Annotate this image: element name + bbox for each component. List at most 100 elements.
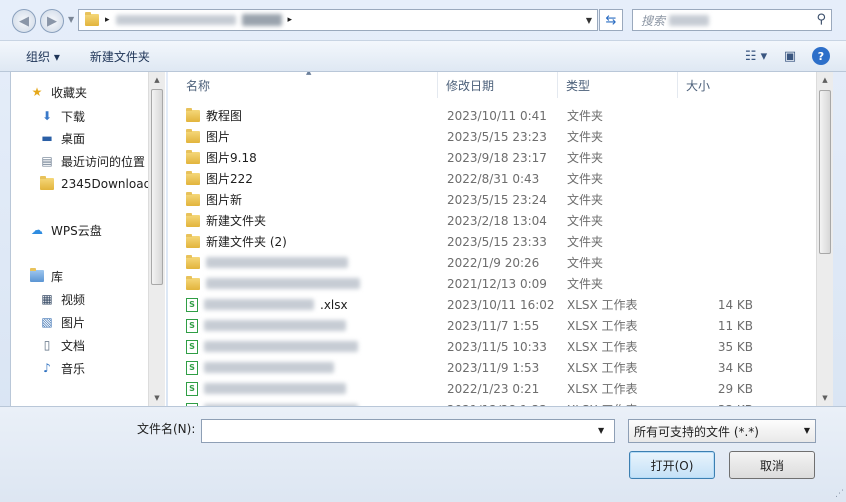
nav-music[interactable]: ♪ 音乐 <box>39 358 85 378</box>
file-date: 2023/10/11 16:02 <box>447 297 555 312</box>
file-date: 2023/5/15 23:24 <box>447 192 547 207</box>
file-row[interactable]: 图片222 2022/8/31 0:43 文件夹 <box>168 168 816 189</box>
forward-button[interactable]: ▶ <box>40 9 64 33</box>
nav-desktop[interactable]: ▬ 桌面 <box>39 128 85 148</box>
document-icon: ▯ <box>43 338 51 352</box>
file-type: XLSX 工作表 <box>567 382 638 396</box>
file-name: 图片9.18 <box>206 151 257 165</box>
breadcrumb-chevron-icon[interactable]: ▸ <box>288 15 293 25</box>
new-folder-button[interactable]: 新建文件夹 <box>74 44 164 68</box>
cancel-button[interactable]: 取消 <box>729 451 815 479</box>
search-icon[interactable]: ⚲ <box>816 12 826 27</box>
list-scroll-thumb[interactable] <box>819 90 831 254</box>
refresh-button[interactable]: ⇆ <box>599 9 623 31</box>
nav-label: 下载 <box>61 109 86 124</box>
address-dropdown-icon[interactable]: ▼ <box>580 9 598 31</box>
breadcrumb-separator[interactable]: ▸ <box>105 15 110 25</box>
nav-label: 2345Downloads <box>61 177 158 191</box>
file-row[interactable]: S2021/12/28 1:33XLSX 工作表33 KB <box>168 399 816 406</box>
file-name-cell <box>186 275 360 290</box>
open-button[interactable]: 打开(O) <box>629 451 715 479</box>
column-header-type[interactable]: 类型 <box>558 72 678 98</box>
nav-scroll-thumb[interactable] <box>151 89 163 285</box>
recent-icon: ▤ <box>41 154 53 168</box>
view-options-icon[interactable]: ☷ ▾ <box>744 45 768 67</box>
nav-favorites[interactable]: ★ 收藏夹 <box>29 82 87 102</box>
file-name-cell: S <box>186 360 334 375</box>
file-name: 教程图 <box>206 109 243 123</box>
file-row[interactable]: 图片新 2023/5/15 23:24 文件夹 <box>168 189 816 210</box>
recent-pages-dropdown-icon[interactable]: ▼ <box>68 15 74 24</box>
file-name: .xlsx <box>320 297 348 312</box>
video-icon: ▦ <box>41 292 53 306</box>
file-size: 11 KB <box>717 318 753 333</box>
file-row[interactable]: 2021/12/13 0:09 文件夹 <box>168 273 816 294</box>
file-name: 图片 <box>206 130 231 144</box>
nav-recent[interactable]: ▤ 最近访问的位置 <box>39 151 145 171</box>
scroll-down-icon[interactable]: ▼ <box>817 390 833 406</box>
column-label: 名称 <box>186 78 211 93</box>
file-row[interactable]: S 2023/11/7 1:55 XLSX 工作表 11 KB <box>168 315 816 336</box>
blurred-filename <box>206 278 360 289</box>
blurred-filename <box>204 299 314 310</box>
spreadsheet-icon: S <box>186 297 198 312</box>
address-bar[interactable]: ▸ ▸ <box>78 9 598 31</box>
folder-icon <box>186 275 200 290</box>
nav-documents[interactable]: ▯ 文档 <box>39 335 85 355</box>
file-type: 文件夹 <box>567 277 604 291</box>
filename-input[interactable] <box>201 419 615 443</box>
search-input[interactable]: 搜索 ⚲ <box>632 9 832 31</box>
file-type: XLSX 工作表 <box>567 340 638 354</box>
nav-videos[interactable]: ▦ 视频 <box>39 289 85 309</box>
file-name: 图片新 <box>206 193 243 207</box>
file-date: 2023/9/18 23:17 <box>447 150 547 165</box>
help-icon[interactable]: ? <box>812 47 830 65</box>
file-row[interactable]: S 2023/11/9 1:53 XLSX 工作表 34 KB <box>168 357 816 378</box>
spreadsheet-icon: S <box>186 360 198 375</box>
column-header-name[interactable]: 名称 ▲ <box>168 72 438 98</box>
file-date: 2023/5/15 23:33 <box>447 234 547 249</box>
organize-button[interactable]: 组织 ▾ <box>0 44 74 68</box>
breadcrumb-blurred-path <box>115 15 236 25</box>
scroll-up-icon[interactable]: ▲ <box>817 72 833 88</box>
back-button[interactable]: ◀ <box>12 9 36 33</box>
filename-dropdown-icon[interactable]: ▼ <box>598 426 604 435</box>
nav-2345downloads[interactable]: 2345Downloads <box>39 174 157 194</box>
nav-downloads[interactable]: ⬇ 下载 <box>39 106 85 126</box>
file-name-cell: S <box>186 318 346 333</box>
preview-pane-icon[interactable]: ▣ <box>778 45 802 67</box>
file-row[interactable]: S 2023/11/5 10:33 XLSX 工作表 35 KB <box>168 336 816 357</box>
blurred-filename <box>204 362 334 373</box>
file-row[interactable]: 图片9.18 2023/9/18 23:17 文件夹 <box>168 147 816 168</box>
file-name-cell: S <box>186 381 346 396</box>
download-icon: ⬇ <box>41 109 53 123</box>
column-header-size[interactable]: 大小 <box>678 72 816 98</box>
file-row[interactable]: 新建文件夹 2023/2/18 13:04 文件夹 <box>168 210 816 231</box>
file-row[interactable]: S .xlsx 2023/10/11 16:02 XLSX 工作表 14 KB <box>168 294 816 315</box>
nav-library[interactable]: 库 <box>29 266 63 286</box>
list-scrollbar[interactable]: ▲ ▼ <box>816 72 833 406</box>
resize-grip-icon[interactable]: ⋰ <box>835 489 844 499</box>
file-row[interactable]: 新建文件夹 (2) 2023/5/15 23:33 文件夹 <box>168 231 816 252</box>
nav-scrollbar[interactable]: ▲ ▼ <box>148 72 165 406</box>
file-type: 文件夹 <box>567 130 604 144</box>
nav-pictures[interactable]: ▧ 图片 <box>39 312 85 332</box>
file-row[interactable]: S 2022/1/23 0:21 XLSX 工作表 29 KB <box>168 378 816 399</box>
file-name: 新建文件夹 <box>206 214 267 228</box>
folder-icon <box>186 191 200 206</box>
folder-icon <box>186 128 200 143</box>
scroll-down-icon[interactable]: ▼ <box>149 390 165 406</box>
picture-icon: ▧ <box>41 315 53 329</box>
nav-label: 视频 <box>61 292 86 307</box>
folder-icon <box>186 212 200 227</box>
scroll-up-icon[interactable]: ▲ <box>149 72 165 88</box>
file-row[interactable]: 图片 2023/5/15 23:23 文件夹 <box>168 126 816 147</box>
file-row[interactable]: 教程图 2023/10/11 0:41 文件夹 <box>168 105 816 126</box>
file-size: 14 KB <box>717 297 753 312</box>
file-name-cell: 新建文件夹 (2) <box>186 233 287 250</box>
nav-wps-cloud[interactable]: ☁ WPS云盘 <box>29 220 102 240</box>
file-row[interactable]: 2022/1/9 20:26 文件夹 <box>168 252 816 273</box>
file-type-select[interactable]: 所有可支持的文件 (*.*) ▼ <box>628 419 816 443</box>
column-header-date[interactable]: 修改日期 <box>438 72 558 98</box>
file-name-cell <box>186 254 348 269</box>
